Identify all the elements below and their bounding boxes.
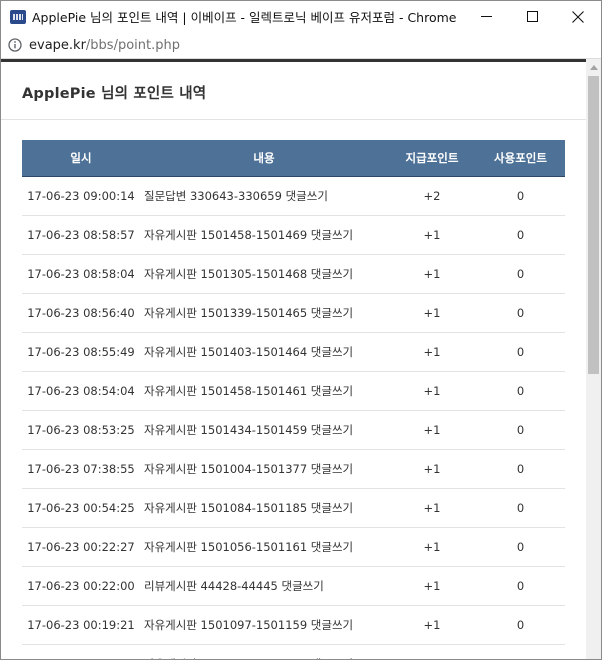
url-text[interactable]: evape.kr/bbs/point.php bbox=[29, 38, 180, 53]
table-row: 17-06-23 00:54:25 자유게시판 1501084-1501185 … bbox=[22, 488, 565, 528]
row-use-points: 0 bbox=[476, 254, 565, 294]
row-date: 17-06-23 07:38:55 bbox=[22, 449, 140, 489]
row-date: 17-06-23 00:22:27 bbox=[22, 527, 140, 567]
row-desc: 자유게시판 1501339-1501465 댓글쓰기 bbox=[140, 293, 388, 333]
row-use-points: 0 bbox=[476, 644, 565, 659]
points-table: 일시 내용 지급포인트 사용포인트 17-06-23 09:00:14 질문답변… bbox=[22, 140, 565, 659]
scroll-up-arrow-icon bbox=[589, 64, 598, 70]
row-use-points: 0 bbox=[476, 371, 565, 411]
row-use-points: 0 bbox=[476, 449, 565, 489]
row-earn-points: +1 bbox=[388, 371, 476, 411]
row-use-points: 0 bbox=[476, 566, 565, 606]
title-bar[interactable]: ApplePie 님의 포인트 내역 | 이베이프 - 일렉트로닉 베이프 유저… bbox=[1, 1, 601, 32]
row-desc: 자유게시판 1501458-1501461 댓글쓰기 bbox=[140, 371, 388, 411]
row-date: 17-06-23 08:58:57 bbox=[22, 215, 140, 255]
table-row: 17-06-23 08:58:04 자유게시판 1501305-1501468 … bbox=[22, 254, 565, 294]
row-earn-points: +1 bbox=[388, 605, 476, 645]
row-earn-points: +1 bbox=[388, 527, 476, 567]
row-use-points: 0 bbox=[476, 605, 565, 645]
column-header-earn: 지급포인트 bbox=[388, 140, 476, 177]
row-date: 17-06-23 00:18:35 bbox=[22, 644, 140, 659]
table-row: 17-06-23 09:00:14 질문답변 330643-330659 댓글쓰… bbox=[22, 176, 565, 216]
table-row: 17-06-23 00:19:21 자유게시판 1501097-1501159 … bbox=[22, 605, 565, 645]
row-desc: 자유게시판 1501434-1501459 댓글쓰기 bbox=[140, 410, 388, 450]
row-desc: 자유게시판 1501458-1501469 댓글쓰기 bbox=[140, 215, 388, 255]
row-earn-points: +1 bbox=[388, 293, 476, 333]
evape-app-icon bbox=[10, 9, 26, 24]
row-date: 17-06-23 08:56:40 bbox=[22, 293, 140, 333]
row-use-points: 0 bbox=[476, 332, 565, 372]
title-divider bbox=[1, 119, 586, 120]
column-header-desc: 내용 bbox=[140, 140, 388, 177]
row-earn-points: +1 bbox=[388, 254, 476, 294]
row-desc: 리뷰게시판 44428-44445 댓글쓰기 bbox=[140, 566, 388, 606]
table-row: 17-06-23 07:38:55 자유게시판 1501004-1501377 … bbox=[22, 449, 565, 489]
url-host: evape.kr bbox=[29, 37, 86, 53]
maximize-icon bbox=[526, 11, 538, 22]
page-content: ApplePie 님의 포인트 내역 일시 내용 지급포인트 사용포인트 17-… bbox=[1, 62, 586, 659]
row-desc: 자유게시판 1501084-1501185 댓글쓰기 bbox=[140, 488, 388, 528]
window-title: ApplePie 님의 포인트 내역 | 이베이프 - 일렉트로닉 베이프 유저… bbox=[32, 10, 457, 25]
row-use-points: 0 bbox=[476, 176, 565, 216]
row-earn-points: +1 bbox=[388, 410, 476, 450]
table-row: 17-06-23 08:56:40 자유게시판 1501339-1501465 … bbox=[22, 293, 565, 333]
row-use-points: 0 bbox=[476, 293, 565, 333]
row-date: 17-06-23 00:22:00 bbox=[22, 566, 140, 606]
row-date: 17-06-23 00:54:25 bbox=[22, 488, 140, 528]
row-date: 17-06-23 08:55:49 bbox=[22, 332, 140, 372]
row-earn-points: +1 bbox=[388, 488, 476, 528]
row-desc: 자유게시판 1501305-1501468 댓글쓰기 bbox=[140, 254, 388, 294]
table-row: 17-06-23 00:22:27 자유게시판 1501056-1501161 … bbox=[22, 527, 565, 567]
table-row: 17-06-23 08:53:25 자유게시판 1501434-1501459 … bbox=[22, 410, 565, 450]
maximize-button[interactable] bbox=[509, 1, 555, 32]
row-date: 17-06-23 08:58:04 bbox=[22, 254, 140, 294]
row-date: 17-06-23 08:54:04 bbox=[22, 371, 140, 411]
row-use-points: 0 bbox=[476, 488, 565, 528]
row-desc: 자유게시판 1501056-1501161 댓글쓰기 bbox=[140, 527, 388, 567]
close-icon bbox=[572, 10, 584, 23]
row-desc: 자유게시판 1501031-1501155 댓글쓰기 bbox=[140, 644, 388, 659]
minimize-button[interactable] bbox=[463, 1, 509, 32]
url-path: /bbs/point.php bbox=[85, 37, 180, 53]
vertical-scrollbar[interactable] bbox=[586, 59, 601, 659]
row-earn-points: +1 bbox=[388, 566, 476, 606]
row-earn-points: +1 bbox=[388, 449, 476, 489]
close-button[interactable] bbox=[555, 1, 601, 32]
row-use-points: 0 bbox=[476, 527, 565, 567]
scroll-thumb[interactable] bbox=[588, 76, 599, 374]
column-header-use: 사용포인트 bbox=[476, 140, 565, 177]
column-header-date: 일시 bbox=[22, 140, 140, 177]
row-date: 17-06-23 00:19:21 bbox=[22, 605, 140, 645]
table-header-row: 일시 내용 지급포인트 사용포인트 bbox=[22, 140, 565, 177]
scroll-up-button[interactable] bbox=[586, 59, 601, 75]
row-earn-points: +1 bbox=[388, 215, 476, 255]
row-desc: 자유게시판 1501097-1501159 댓글쓰기 bbox=[140, 605, 388, 645]
table-row: 17-06-23 08:58:57 자유게시판 1501458-1501469 … bbox=[22, 215, 565, 255]
table-row: 17-06-23 00:22:00 리뷰게시판 44428-44445 댓글쓰기… bbox=[22, 566, 565, 606]
row-date: 17-06-23 09:00:14 bbox=[22, 176, 140, 216]
row-use-points: 0 bbox=[476, 215, 565, 255]
row-desc: 자유게시판 1501004-1501377 댓글쓰기 bbox=[140, 449, 388, 489]
page-title: ApplePie 님의 포인트 내역 bbox=[22, 86, 207, 102]
browser-window: ApplePie 님의 포인트 내역 | 이베이프 - 일렉트로닉 베이프 유저… bbox=[0, 0, 602, 660]
minimize-icon bbox=[480, 16, 492, 17]
row-earn-points: +1 bbox=[388, 332, 476, 372]
row-earn-points: +2 bbox=[388, 176, 476, 216]
row-desc: 질문답변 330643-330659 댓글쓰기 bbox=[140, 176, 388, 216]
table-row: 17-06-23 08:55:49 자유게시판 1501403-1501464 … bbox=[22, 332, 565, 372]
table-row: 17-06-23 08:54:04 자유게시판 1501458-1501461 … bbox=[22, 371, 565, 411]
info-icon[interactable] bbox=[8, 38, 22, 52]
row-date: 17-06-23 08:53:25 bbox=[22, 410, 140, 450]
row-use-points: 0 bbox=[476, 410, 565, 450]
row-desc: 자유게시판 1501403-1501464 댓글쓰기 bbox=[140, 332, 388, 372]
row-earn-points: +1 bbox=[388, 644, 476, 659]
address-bar[interactable]: evape.kr/bbs/point.php bbox=[1, 32, 601, 59]
table-row: 17-06-23 00:18:35 자유게시판 1501031-1501155 … bbox=[22, 644, 565, 659]
